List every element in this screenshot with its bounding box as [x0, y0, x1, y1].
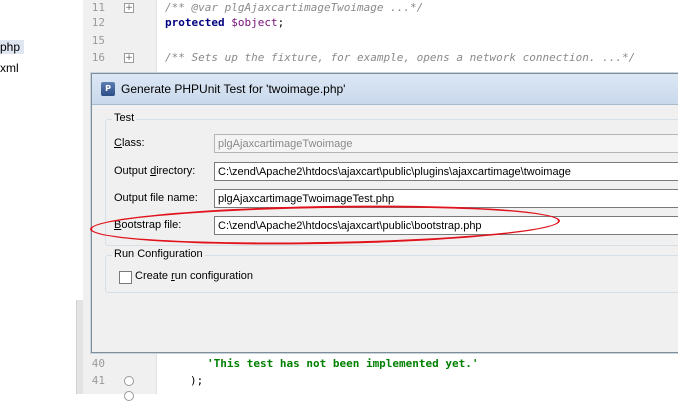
generate-phpunit-dialog: P Generate PHPUnit Test for 'twoimage.ph…: [91, 73, 678, 353]
line-number: 41: [91, 374, 105, 387]
project-item-xml[interactable]: xml: [0, 61, 19, 75]
fold-expand-icon[interactable]: +: [124, 3, 134, 13]
fold-end-icon[interactable]: [124, 376, 134, 386]
create-run-configuration-label[interactable]: Create run configuration: [135, 270, 253, 282]
create-run-configuration-checkbox[interactable]: [119, 271, 132, 284]
code-punct: ;: [277, 16, 285, 29]
fold-end-icon[interactable]: [124, 391, 134, 401]
bootstrap-file-field[interactable]: C:\zend\Apache2\htdocs\ajaxcart\public\b…: [214, 216, 678, 235]
fold-expand-icon[interactable]: +: [124, 53, 134, 63]
code-string: 'This test has not been implemented yet.…: [207, 357, 479, 370]
code-line: protected $object;: [165, 16, 284, 29]
output-file-name-field[interactable]: plgAjaxcartimageTwoimageTest.php: [214, 189, 678, 208]
code-line: 'This test has not been implemented yet.…: [207, 357, 479, 370]
code-comment: /** Sets up the fixture, for example, op…: [165, 51, 636, 64]
code-line: /** @var plgAjaxcartimageTwoimage ...*/: [165, 1, 423, 14]
line-number: 11: [91, 1, 105, 14]
phpunit-app-icon: P: [101, 82, 115, 96]
run-configuration-label: Run Configuration: [112, 248, 205, 260]
bootstrap-file-label: Bootstrap file:: [114, 219, 182, 231]
output-file-name-label: Output file name:: [114, 192, 198, 204]
output-directory-label: Output directory:: [114, 165, 196, 177]
class-label: Class:: [114, 137, 145, 149]
output-directory-field[interactable]: C:\zend\Apache2\htdocs\ajaxcart\public\p…: [214, 162, 678, 181]
code-keyword: protected: [165, 16, 232, 29]
class-field: plgAjaxcartimageTwoimage: [214, 134, 678, 153]
project-panel: php xml: [0, 0, 78, 394]
code-line: );: [190, 374, 203, 387]
project-item-php[interactable]: php: [0, 40, 25, 54]
code-punct: );: [190, 374, 204, 387]
line-number: 15: [91, 34, 105, 47]
line-number: 16: [91, 51, 105, 64]
line-number: 12: [91, 16, 105, 29]
line-number: 40: [91, 357, 105, 370]
dialog-title: Generate PHPUnit Test for 'twoimage.php': [121, 82, 346, 96]
dialog-titlebar[interactable]: P Generate PHPUnit Test for 'twoimage.ph…: [92, 74, 678, 105]
test-group-label: Test: [112, 112, 137, 124]
code-line: /** Sets up the fixture, for example, op…: [165, 51, 635, 64]
code-comment: /** @var plgAjaxcartimageTwoimage ...*/: [165, 1, 424, 14]
code-variable: $object: [231, 16, 278, 29]
